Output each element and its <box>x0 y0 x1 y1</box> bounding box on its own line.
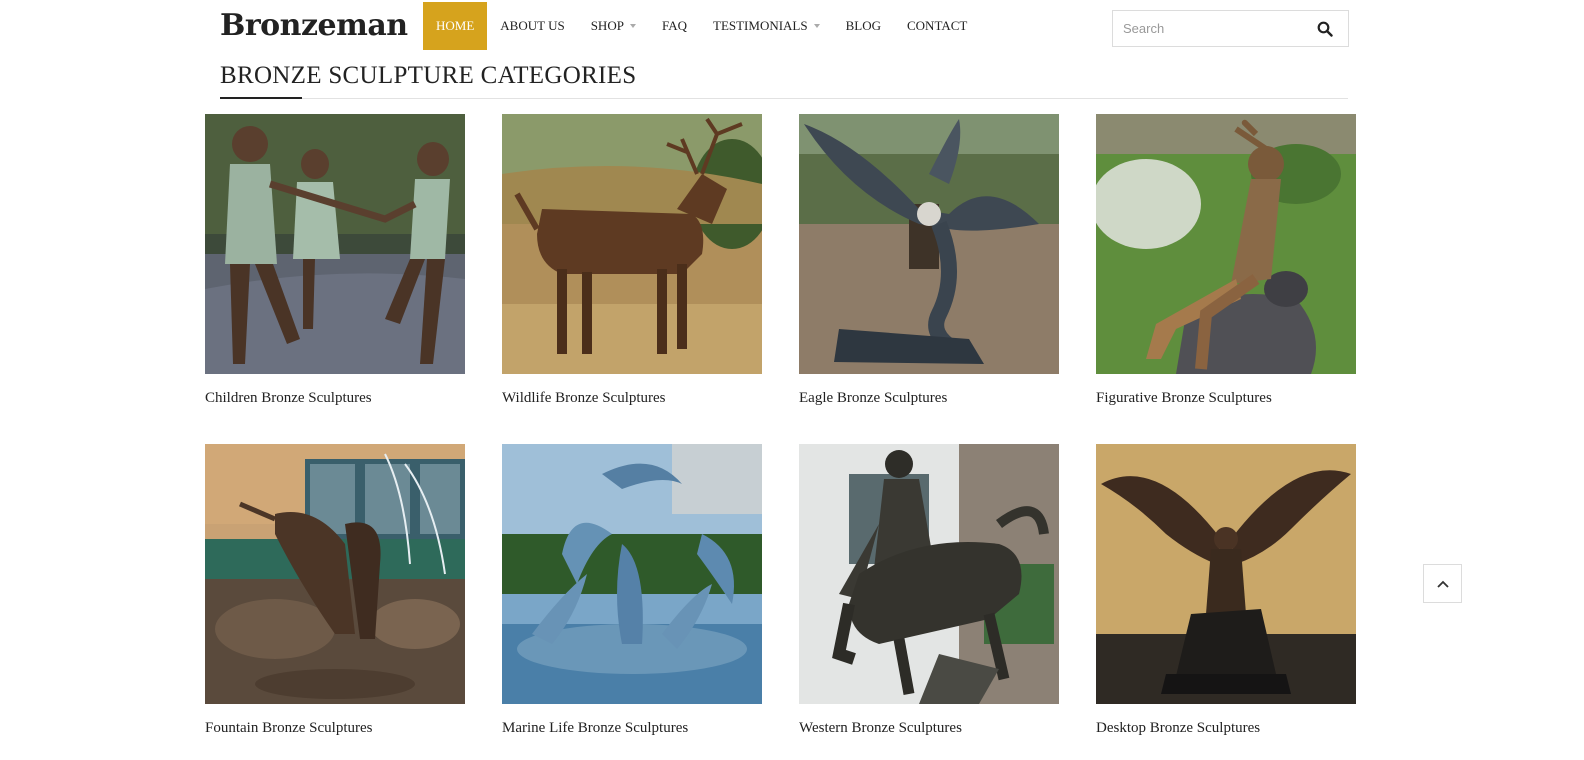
category-image-fountain[interactable] <box>205 444 465 704</box>
nav-testimonials[interactable]: TESTIMONIALS <box>700 2 833 50</box>
chevron-up-icon <box>1436 580 1449 588</box>
nav-contact-label: CONTACT <box>907 18 968 33</box>
category-label-figurative[interactable]: Figurative Bronze Sculptures <box>1096 390 1272 407</box>
site-header: Bronzeman HOME ABOUT US SHOP FAQ TESTIMO… <box>0 0 1584 52</box>
nav-about-us[interactable]: ABOUT US <box>487 2 577 50</box>
nav-about-label: ABOUT US <box>500 18 565 33</box>
category-image-western[interactable] <box>799 444 1059 704</box>
category-label-western[interactable]: Western Bronze Sculptures <box>799 720 962 737</box>
category-image-marine-life[interactable] <box>502 444 762 704</box>
title-accent-bar <box>220 97 302 99</box>
nav-home[interactable]: HOME <box>423 2 488 50</box>
nav-blog[interactable]: BLOG <box>833 2 894 50</box>
category-label-children[interactable]: Children Bronze Sculptures <box>205 390 372 407</box>
category-image-desktop[interactable] <box>1096 444 1356 704</box>
chevron-down-icon <box>629 24 636 28</box>
category-label-eagle[interactable]: Eagle Bronze Sculptures <box>799 390 947 407</box>
back-to-top-button[interactable] <box>1423 564 1462 603</box>
site-logo[interactable]: Bronzeman <box>220 8 408 43</box>
category-label-marine-life[interactable]: Marine Life Bronze Sculptures <box>502 720 688 737</box>
nav-shop-label: SHOP <box>590 18 624 33</box>
category-image-eagle[interactable] <box>799 114 1059 374</box>
nav-contact[interactable]: CONTACT <box>894 2 980 50</box>
nav-shop[interactable]: SHOP <box>578 2 649 50</box>
search-input[interactable] <box>1113 11 1303 46</box>
nav-faq-label: FAQ <box>661 18 687 33</box>
title-divider <box>220 98 1348 99</box>
chevron-down-icon <box>813 24 820 28</box>
category-label-wildlife[interactable]: Wildlife Bronze Sculptures <box>502 390 666 407</box>
category-label-desktop[interactable]: Desktop Bronze Sculptures <box>1096 720 1260 737</box>
category-image-children[interactable] <box>205 114 465 374</box>
category-image-wildlife[interactable] <box>502 114 762 374</box>
search-icon <box>1317 21 1333 37</box>
category-label-fountain[interactable]: Fountain Bronze Sculptures <box>205 720 372 737</box>
nav-faq[interactable]: FAQ <box>649 2 700 50</box>
main-nav: HOME ABOUT US SHOP FAQ TESTIMONIALS BLOG… <box>423 2 980 50</box>
category-image-figurative[interactable] <box>1096 114 1356 374</box>
search-button[interactable] <box>1302 11 1348 46</box>
nav-home-label: HOME <box>436 18 475 33</box>
search-box <box>1112 10 1349 47</box>
nav-testimonials-label: TESTIMONIALS <box>713 18 808 33</box>
nav-blog-label: BLOG <box>845 18 881 33</box>
section-title: BRONZE SCULPTURE CATEGORIES <box>220 62 637 89</box>
